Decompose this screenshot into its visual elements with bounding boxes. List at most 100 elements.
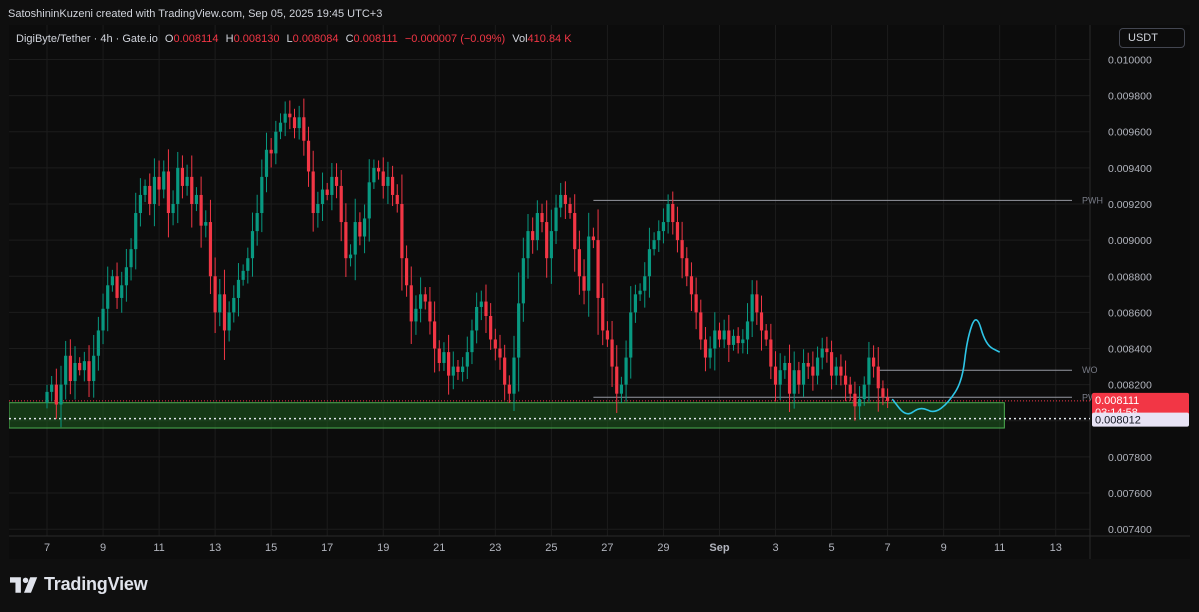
candle-body <box>204 222 208 226</box>
candle-body <box>703 339 708 358</box>
candle-body <box>344 222 348 259</box>
candle-body <box>881 388 885 398</box>
candle-body <box>171 203 175 214</box>
candle-body <box>769 339 773 367</box>
footer <box>0 560 1199 612</box>
candle-body <box>549 231 553 259</box>
candle-body <box>264 149 269 177</box>
candle-body <box>227 312 231 331</box>
candle-body <box>194 194 199 204</box>
candle-body <box>587 236 591 291</box>
candle-body <box>535 213 539 241</box>
candles <box>45 98 890 428</box>
candle-body <box>615 366 619 394</box>
candle-body <box>404 258 409 286</box>
candle-body <box>213 276 217 313</box>
candle-body <box>395 194 399 204</box>
candle-body <box>862 384 866 400</box>
change-value: −0.000007 (−0.09%) <box>404 33 506 45</box>
projection-drawing <box>891 319 1001 415</box>
candle-body <box>694 294 698 313</box>
candle-body <box>367 182 371 219</box>
candle-body <box>507 384 511 394</box>
candle-body <box>713 330 717 349</box>
candle-body <box>503 357 507 385</box>
candle-body <box>554 207 558 232</box>
candle-body <box>414 308 418 322</box>
candle-body <box>666 203 670 223</box>
level-label: WO <box>1082 365 1098 375</box>
candle-body <box>857 399 862 407</box>
candle-body <box>680 240 684 259</box>
price-tick-label: 0.008200 <box>1108 380 1152 392</box>
candle-body <box>689 276 694 295</box>
candle-body <box>148 185 152 204</box>
candle-body <box>255 213 259 232</box>
candle-body <box>87 361 91 382</box>
candle-body <box>428 301 432 322</box>
candle-body <box>353 222 357 255</box>
candle-body <box>152 176 157 204</box>
candle-body <box>180 167 185 186</box>
candle-body <box>176 167 180 204</box>
time-tick-label: 25 <box>545 542 557 554</box>
candle-body <box>601 297 605 331</box>
level-price-value: 0.008012 <box>1095 415 1141 427</box>
candle-body <box>64 355 68 385</box>
time-tick-label: 11 <box>153 542 164 554</box>
candle-body <box>521 258 525 304</box>
tradingview-brand[interactable]: TradingView <box>10 574 148 595</box>
candle-body <box>447 352 451 376</box>
candle-body <box>138 194 142 214</box>
candle-body <box>801 362 806 385</box>
candle-body <box>577 249 581 277</box>
candle-body <box>731 335 736 345</box>
time-tick-label: 9 <box>100 542 106 554</box>
candle-body <box>241 270 245 280</box>
candle-body <box>563 194 567 204</box>
candle-body <box>297 117 301 129</box>
candle-body <box>759 312 764 331</box>
candle-body <box>120 285 124 298</box>
candle-body <box>815 357 820 376</box>
candle-body <box>829 352 834 376</box>
candle-body <box>208 222 213 277</box>
close-value: 0.008111 <box>353 33 398 45</box>
currency-button[interactable]: USDT <box>1119 28 1185 48</box>
candle-body <box>531 231 535 241</box>
candle-body <box>390 176 395 195</box>
candle-body <box>274 131 278 154</box>
candle-body <box>699 312 703 340</box>
chart-area[interactable]: PWH WO PWL 0.010000 0.009800 0.009600 0.00940… <box>9 25 1190 559</box>
candle-body <box>755 294 759 313</box>
candle-body <box>783 362 787 371</box>
price-tick-label: 0.008800 <box>1108 271 1152 283</box>
candle-body <box>540 213 544 223</box>
candle-body <box>652 240 656 250</box>
candle-body <box>475 306 479 331</box>
candle-body <box>199 194 203 226</box>
candle-body <box>288 113 292 118</box>
candle-body <box>101 308 105 331</box>
candlestick-chart[interactable]: PWHWOPWL 0.0100000.0098000.0096000.00940… <box>9 25 1190 559</box>
time-tick-label: 15 <box>265 542 277 554</box>
open-value: 0.008114 <box>173 33 219 45</box>
candle-body <box>190 176 194 204</box>
candle-body <box>59 384 63 405</box>
candle-body <box>470 330 474 353</box>
price-tick-label: 0.007800 <box>1108 452 1152 464</box>
candle-body <box>512 357 516 394</box>
symbol-name[interactable]: DigiByte/Tether · 4h · Gate.io <box>16 33 158 45</box>
candle-body <box>325 189 329 195</box>
candle-body <box>722 330 726 340</box>
candle-body <box>78 362 82 371</box>
candle-body <box>834 366 838 376</box>
low-label: L <box>286 33 293 45</box>
candle-body <box>129 249 133 268</box>
tradingview-logo-icon <box>10 576 38 593</box>
candle-body <box>545 222 549 259</box>
candle-body <box>685 258 689 277</box>
candle-body <box>797 370 801 385</box>
candle-body <box>260 176 264 214</box>
candle-body <box>358 222 362 237</box>
